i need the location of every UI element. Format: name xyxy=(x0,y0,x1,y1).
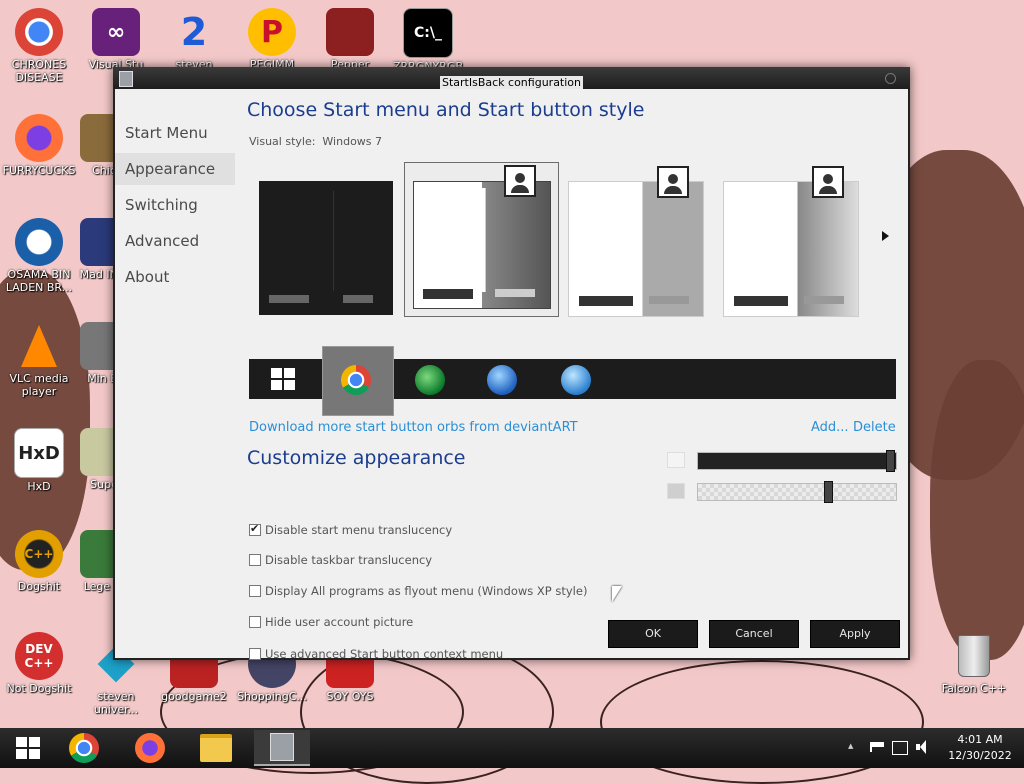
app-window-icon xyxy=(270,733,294,761)
download-orbs-link[interactable]: Download more start button orbs from dev… xyxy=(249,420,578,435)
visual-style-value: Windows 7 xyxy=(322,135,383,148)
heading-style: Choose Start menu and Start button style xyxy=(247,99,645,121)
orb-chrome-icon[interactable] xyxy=(341,365,371,395)
checkbox[interactable] xyxy=(249,554,261,566)
desktop-icon-visual-studio[interactable]: ∞ Visual Stu xyxy=(78,8,154,71)
option-label: Disable start menu translucency xyxy=(265,523,453,537)
option-label: Use advanced Start button context menu xyxy=(265,647,504,661)
taskbar-explorer-button[interactable] xyxy=(188,730,244,766)
window-title: StartIsBack configuration xyxy=(439,76,583,89)
checkbox[interactable] xyxy=(249,616,261,628)
nav-item-advanced[interactable]: Advanced xyxy=(115,225,235,257)
desktop-icon-recycle-bin[interactable]: Falcon C++ xyxy=(936,632,1012,695)
show-hidden-icons-arrow[interactable]: ▲ xyxy=(848,742,853,750)
windows-logo-icon xyxy=(16,737,40,759)
option-disable-taskbar-translucency[interactable]: Disable taskbar translucency xyxy=(249,553,432,567)
nav-item-start-menu[interactable]: Start Menu xyxy=(115,117,235,149)
nav-item-appearance[interactable]: Appearance xyxy=(115,153,235,185)
ok-button[interactable]: OK xyxy=(608,620,698,648)
orb-windows10-icon[interactable] xyxy=(271,368,295,390)
option-label: Hide user account picture xyxy=(265,615,414,629)
codeblocks-icon: C++ xyxy=(15,530,63,578)
vlc-cone-icon xyxy=(15,322,63,370)
close-icon[interactable] xyxy=(885,73,896,84)
sidebar-nav: Start Menu Appearance Switching Advanced… xyxy=(115,89,235,658)
clock-time: 4:01 AM xyxy=(957,733,1003,746)
network-icon[interactable] xyxy=(892,741,908,755)
checkbox[interactable] xyxy=(249,648,261,660)
desktop-icon-devcpp[interactable]: DEV C++ Not Dogshit xyxy=(1,632,77,695)
orb-windows-xp-icon[interactable] xyxy=(487,365,517,395)
window-client: Start Menu Appearance Switching Advanced… xyxy=(115,89,908,661)
user-avatar-icon xyxy=(812,166,844,198)
taskbar-opacity-slider[interactable] xyxy=(697,481,897,503)
start-menu-opacity-slider[interactable] xyxy=(697,450,897,472)
number-two-icon: 2 xyxy=(180,10,208,54)
option-hide-user-picture[interactable]: Hide user account picture xyxy=(249,615,413,629)
slider-knob[interactable] xyxy=(824,481,833,503)
checkbox[interactable] xyxy=(249,585,261,597)
orb-windows7-icon[interactable] xyxy=(561,365,591,395)
desktop-icon-steven[interactable]: 2 steven xyxy=(156,8,232,71)
visual-studio-icon: ∞ xyxy=(92,8,140,56)
desktop-icon-chrome[interactable]: CHRONES DISEASE xyxy=(1,8,77,84)
emblem-icon xyxy=(326,8,374,56)
taskbar-startisback-button[interactable] xyxy=(254,730,310,766)
style-thumb-dark[interactable] xyxy=(259,181,393,315)
p-logo-icon: P xyxy=(248,8,296,56)
orb-selector-bar xyxy=(249,346,896,416)
user-avatar-icon xyxy=(504,165,536,197)
user-avatar-icon xyxy=(657,166,689,198)
option-label: Disable taskbar translucency xyxy=(265,553,433,567)
taskbar-firefox-button[interactable] xyxy=(122,730,178,766)
clock[interactable]: 4:01 AM 12/30/2022 xyxy=(940,732,1020,764)
apply-button[interactable]: Apply xyxy=(810,620,900,648)
firefox-icon xyxy=(135,733,165,763)
visual-style-label: Visual style: Windows 7 xyxy=(249,135,382,148)
style-thumb-light-2[interactable] xyxy=(723,166,859,317)
add-orb-link[interactable]: Add... xyxy=(811,420,849,435)
taskbar-color-swatch[interactable] xyxy=(667,483,685,499)
chrome-icon xyxy=(15,8,63,56)
start-menu-color-swatch[interactable] xyxy=(667,452,685,468)
option-advanced-context-menu[interactable]: Use advanced Start button context menu xyxy=(249,647,503,661)
startisback-window: StartIsBack configuration Start Menu App… xyxy=(113,67,910,661)
slider-knob[interactable] xyxy=(886,450,895,472)
nav-item-switching[interactable]: Switching xyxy=(115,189,235,221)
option-all-programs-flyout[interactable]: Display All programs as flyout menu (Win… xyxy=(249,584,587,598)
volume-icon[interactable] xyxy=(916,740,930,754)
orb-clover-icon[interactable] xyxy=(415,365,445,395)
system-tray: ▲ 4:01 AM 12/30/2022 xyxy=(846,728,1024,768)
option-disable-start-menu-translucency[interactable]: Disable start menu translucency xyxy=(249,522,453,537)
obama-logo-icon xyxy=(15,218,63,266)
recycle-bin-icon xyxy=(950,632,998,680)
option-label: Display All programs as flyout menu (Win… xyxy=(265,584,588,598)
devcpp-icon: DEV C++ xyxy=(15,632,63,680)
folder-icon xyxy=(200,734,232,762)
checkbox-checked[interactable] xyxy=(249,522,261,536)
taskbar-chrome-button[interactable] xyxy=(56,730,112,766)
delete-orb-link[interactable]: Delete xyxy=(853,420,896,435)
style-thumb-light-1[interactable] xyxy=(568,166,704,317)
desktop-icon-pepper[interactable]: Pepper xyxy=(312,8,388,71)
visual-style-caption: Visual style: xyxy=(249,135,316,148)
window-titlebar[interactable]: StartIsBack configuration xyxy=(113,67,910,89)
start-button[interactable] xyxy=(0,730,56,766)
chrome-icon xyxy=(69,733,99,763)
nav-item-about[interactable]: About xyxy=(115,261,235,293)
style-thumb-selected[interactable] xyxy=(404,162,559,317)
hxd-icon: HxD xyxy=(14,428,64,478)
firefox-icon xyxy=(15,114,63,162)
taskbar: ▲ 4:01 AM 12/30/2022 xyxy=(0,728,1024,768)
clock-date: 12/30/2022 xyxy=(948,749,1012,762)
action-center-flag-icon[interactable] xyxy=(870,742,884,752)
mouse-cursor-icon xyxy=(612,586,622,602)
heading-customize: Customize appearance xyxy=(247,447,466,469)
next-style-arrow-icon[interactable] xyxy=(882,231,889,241)
desktop-icon-cmd[interactable]: C:\_ ZRRGNYRGB xyxy=(390,8,466,73)
cancel-button[interactable]: Cancel xyxy=(709,620,799,648)
terminal-icon: C:\_ xyxy=(403,8,453,58)
